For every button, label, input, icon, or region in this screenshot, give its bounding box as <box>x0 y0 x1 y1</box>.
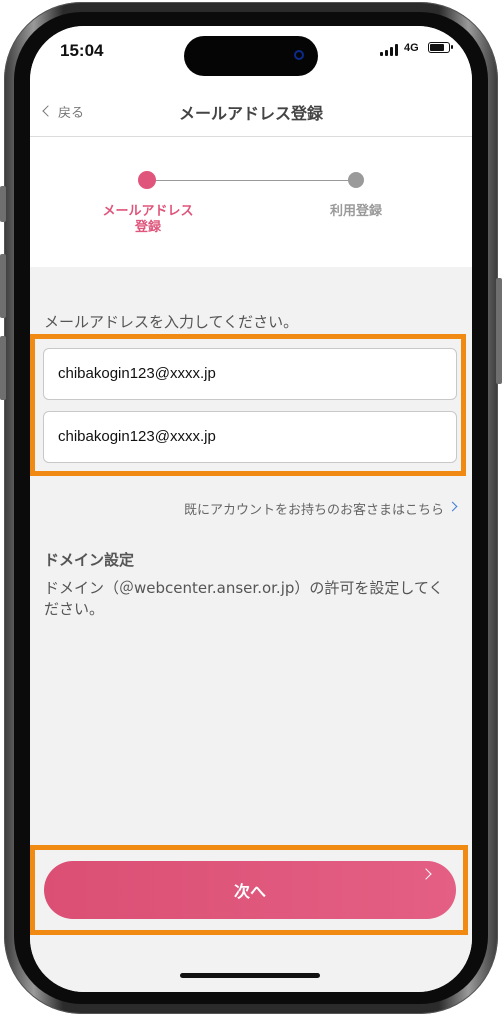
domain-heading: ドメイン設定 <box>44 551 135 569</box>
network-label: 4G <box>404 42 419 54</box>
step-dot-email <box>138 171 156 189</box>
domain-description: ドメイン（＠webcenter.anser.or.jp）の許可を設定してください… <box>44 579 444 618</box>
existing-account-link[interactable]: 既にアカウントをお持ちのお客さまはこちら <box>184 499 444 518</box>
action-button <box>0 186 6 222</box>
step-connector <box>148 180 356 181</box>
battery-icon <box>428 42 453 53</box>
status-time: 15:04 <box>60 41 104 60</box>
next-button[interactable]: 次へ <box>44 861 456 919</box>
instruction-text: メールアドレスを入力してください。 <box>44 313 299 331</box>
screen: 15:04 4G 戻る メールアドレス登録 メールアドレス 登録 利用登録 メー… <box>30 26 472 992</box>
next-button-label: 次へ <box>233 882 266 901</box>
home-indicator <box>180 973 320 978</box>
email-field[interactable]: chibakogin123@xxxx.jp <box>43 348 457 400</box>
signal-icon <box>380 44 400 56</box>
camera-icon <box>294 50 304 60</box>
bottom-bar: 次へ <box>30 845 472 992</box>
main-content: メールアドレスを入力してください。 chibakogin123@xxxx.jp … <box>30 267 472 845</box>
dynamic-island <box>184 36 318 76</box>
progress-stepper: メールアドレス 登録 利用登録 <box>30 137 472 267</box>
nav-bar: 戻る メールアドレス登録 <box>30 86 472 137</box>
link-chevron-icon[interactable] <box>447 501 458 512</box>
email-confirm-field[interactable]: chibakogin123@xxxx.jp <box>43 411 457 463</box>
step-label-email: メールアドレス 登録 <box>88 204 208 236</box>
step-label-email-text: メールアドレス 登録 <box>102 204 194 235</box>
volume-down-button <box>0 336 6 400</box>
page-title: メールアドレス登録 <box>178 104 323 123</box>
status-bar: 15:04 4G <box>30 26 472 86</box>
step-label-usage: 利用登録 <box>329 204 382 219</box>
volume-up-button <box>0 254 6 318</box>
battery-fill <box>430 44 444 51</box>
power-button <box>496 278 502 384</box>
step-dot-usage <box>348 172 364 188</box>
